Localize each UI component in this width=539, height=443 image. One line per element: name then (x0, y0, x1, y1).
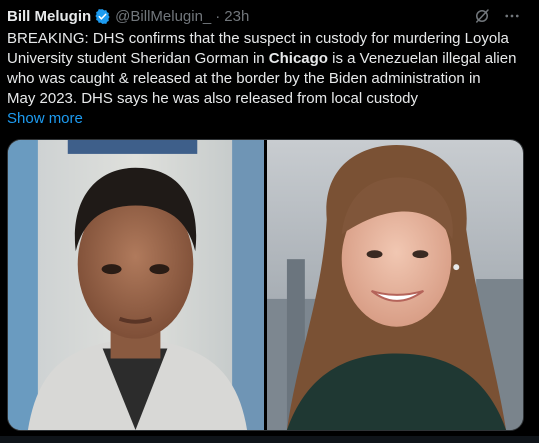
tweet: Bill Melugin @BillMelugin_ · 23h BREAKIN… (0, 0, 539, 443)
grok-icon[interactable] (473, 7, 491, 25)
photo-left[interactable] (8, 140, 264, 430)
tweet-timestamp[interactable]: 23h (224, 8, 249, 25)
tweet-text-line-1: BREAKING: DHS confirms that the suspect … (7, 30, 509, 47)
tweet-text-line-2-start: University student Sheridan Gorman in (7, 50, 269, 67)
tweet-header: Bill Melugin @BillMelugin_ · 23h (7, 6, 249, 26)
tweet-text-line-4: May 2023. DHS says he was also released … (7, 90, 419, 107)
show-more-link[interactable]: Show more (7, 109, 83, 129)
tweet-text-line-2: University student Sheridan Gorman in Ch… (7, 49, 532, 69)
separator-dot: · (215, 7, 221, 25)
tweet-text-line-2-end: is a Venezuelan illegal alien (327, 50, 517, 67)
verified-badge-icon[interactable] (94, 8, 111, 25)
author-display-name[interactable]: Bill Melugin (7, 8, 91, 25)
more-options-icon[interactable] (503, 7, 521, 25)
bottom-divider (0, 436, 539, 443)
tweet-text: BREAKING: DHS confirms that the suspect … (7, 29, 532, 109)
tweet-text-bold-word: Chicago (268, 50, 328, 67)
tweet-text-line-3: who was caught & released at the border … (7, 70, 481, 87)
photo-right[interactable] (267, 140, 523, 430)
tweet-media (7, 139, 524, 431)
tweet-top-actions (473, 6, 521, 26)
author-handle[interactable]: @BillMelugin_ (115, 8, 211, 25)
